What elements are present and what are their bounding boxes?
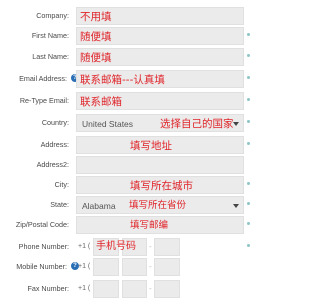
email-row: Email Address: ? 联系邮箱---认真填 [0,68,291,90]
fax-area-code-field[interactable] [93,280,119,298]
fax-prefix-field[interactable] [122,280,147,298]
address2-field[interactable] [76,156,244,174]
required-indicator [247,182,250,185]
mobile-line-field[interactable] [154,258,180,276]
fax-label: Fax Number: [27,284,69,293]
zip-field[interactable]: 填写邮编 [76,216,244,234]
state-select[interactable]: Alabama 填写所在省份 [76,196,244,214]
state-selected-value: Alabama [82,201,116,211]
email-hint: 联系邮箱---认真填 [80,74,165,86]
company-hint: 不用填 [80,11,112,23]
required-indicator [247,76,250,79]
zip-label: Zip/Postal Code: [15,220,69,229]
company-field[interactable]: 不用填 [76,7,244,25]
country-row: Country: United States 选择自己的国家 [0,112,291,134]
country-selected-value: United States [82,119,134,129]
fax-line-field[interactable] [154,280,180,298]
mobile-area-code-field[interactable] [93,258,119,276]
mobile-country-code: +1 ( [78,263,91,270]
chevron-down-icon [233,122,239,126]
city-row: City: 填写所在城市 [0,174,291,196]
mobile-row: Mobile Number: ? +1 ( - [0,256,291,278]
first-name-label: First Name: [31,31,69,40]
company-label: Company: [36,11,69,20]
retype-email-field[interactable]: 联系邮箱 [76,92,244,110]
email-label: Email Address: [19,74,67,83]
required-indicator [247,222,250,225]
phone-label: Phone Number: [18,242,69,251]
required-indicator [247,142,250,145]
last-name-hint: 随便填 [80,52,112,64]
phone-separator: - [149,242,152,251]
retype-email-row: Re-Type Email: 联系邮箱 [0,90,291,112]
first-name-field[interactable]: 随便填 [76,27,244,45]
required-indicator [247,98,250,101]
phone-country-code: +1 ( [78,243,91,250]
country-select[interactable]: United States 选择自己的国家 [76,114,244,132]
fax-separator: - [149,284,152,293]
city-hint: 填写所在城市 [130,180,193,192]
address2-row: Address2: [0,154,291,176]
required-indicator [247,202,250,205]
address-row: Address: 填写地址 [0,134,291,156]
state-hint: 填写所在省份 [129,200,187,211]
mobile-separator: - [149,262,152,271]
address-label: Address: [40,140,69,149]
mobile-prefix-field[interactable] [122,258,147,276]
phone-row: Phone Number: +1 ( - 手机号码 [0,236,291,258]
address2-label: Address2: [36,160,69,169]
country-hint: 选择自己的国家 [160,118,234,130]
state-label: State: [50,200,69,209]
required-indicator [247,54,250,57]
required-indicator [247,244,250,247]
phone-line-field[interactable] [154,238,180,256]
mobile-label: Mobile Number: [16,262,67,271]
state-row: State: Alabama 填写所在省份 [0,194,291,216]
zip-hint: 填写邮编 [130,220,169,231]
retype-email-hint: 联系邮箱 [80,96,122,108]
city-field[interactable]: 填写所在城市 [76,176,244,194]
company-row: Company: 不用填 [0,5,291,27]
first-name-hint: 随便填 [80,31,112,43]
country-label: Country: [41,118,69,127]
fax-country-code: +1 ( [78,285,91,292]
address-hint: 填写地址 [130,140,172,152]
last-name-row: Last Name: 随便填 [0,46,291,68]
chevron-down-icon [233,204,239,208]
first-name-row: First Name: 随便填 [0,25,291,47]
address-field[interactable]: 填写地址 [76,136,244,154]
zip-row: Zip/Postal Code: 填写邮编 [0,214,291,236]
fax-row: Fax Number: +1 ( - [0,278,291,300]
email-field[interactable]: 联系邮箱---认真填 [76,70,244,88]
last-name-label: Last Name: [32,52,69,61]
required-indicator [247,33,250,36]
retype-email-label: Re-Type Email: [19,96,69,105]
required-indicator [247,120,250,123]
city-label: City: [54,180,69,189]
last-name-field[interactable]: 随便填 [76,48,244,66]
phone-hint: 手机号码 [96,241,136,252]
